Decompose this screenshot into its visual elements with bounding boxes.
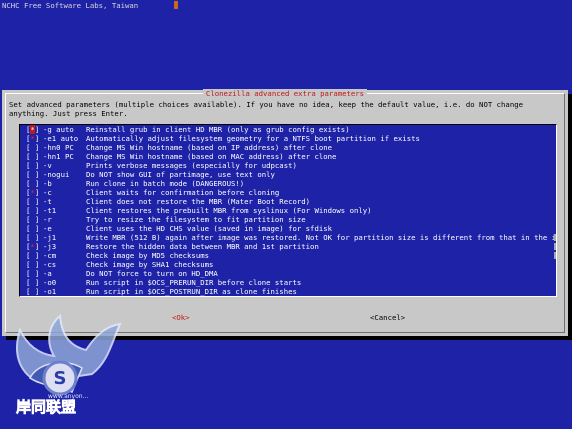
option-description: Change MS Win hostname (based on IP addr…	[86, 143, 333, 152]
scroll-indicator	[554, 234, 556, 241]
option-description: Client restores the prebuilt MBR from sy…	[86, 206, 372, 215]
option-description: Do NOT force to turn on HD_DMA	[86, 269, 218, 278]
option-row-16[interactable]: [ ] -a Do NOT force to turn on HD_DMA	[20, 269, 556, 278]
option-row-12[interactable]: [ ] -j1 Write MBR (512 B) again after imag…	[20, 233, 556, 242]
option-checkbox[interactable]: [ ]	[26, 260, 39, 269]
option-checkbox[interactable]: [*]	[26, 242, 39, 251]
watermark-text: 岸同联盟	[16, 398, 76, 416]
option-row-15[interactable]: [ ] -cs Check image by SHA1 checksums	[20, 260, 556, 269]
top-bar-title: NCHC Free Software Labs, Taiwan	[2, 1, 139, 10]
ok-button[interactable]: <Ok>	[172, 313, 190, 322]
option-row-10[interactable]: [ ] -r Try to resize the filesystem to fit…	[20, 215, 556, 224]
cancel-button[interactable]: <Cancel>	[370, 313, 405, 322]
option-description: Run script in $OCS_POSTRUN_DIR as clone …	[86, 287, 297, 296]
option-checkbox[interactable]: [*]	[26, 188, 39, 197]
option-description: Change MS Win hostname (based on MAC add…	[86, 152, 337, 161]
scroll-indicator	[554, 243, 556, 250]
option-description: Prints verbose messages (especially for …	[86, 161, 297, 170]
ok-button-label: <Ok>	[172, 313, 190, 322]
option-checkbox[interactable]: [ ]	[26, 278, 39, 287]
cancel-button-label: <Cancel>	[370, 313, 406, 322]
cursor-block	[174, 1, 178, 9]
option-row-9[interactable]: [ ] -t1 Client restores the prebuilt MBR f…	[20, 206, 556, 215]
option-row-4[interactable]: [ ] -v Prints verbose messages (especially…	[20, 161, 556, 170]
option-checkbox[interactable]: [ ]	[26, 179, 39, 188]
watermark-url: www.anyon...	[48, 393, 88, 400]
option-row-11[interactable]: [ ] -e Client uses the HD CHS value (saved…	[20, 224, 556, 233]
option-checkbox[interactable]: [ ]	[26, 287, 39, 296]
option-row-7[interactable]: [*] -c Client waits for confirmation befor…	[20, 188, 556, 197]
option-row-3[interactable]: [ ] -hn1 PC Change MS Win hostname (based …	[20, 152, 556, 161]
option-description: Reinstall grub in client HD MBR (only as…	[86, 125, 350, 134]
option-row-18[interactable]: [ ] -o1 Run script in $OCS_POSTRUN_DIR as …	[20, 287, 556, 296]
scroll-indicator	[554, 252, 556, 259]
option-description: Restore the hidden data between MBR and …	[86, 242, 319, 251]
dialog-title-text: Clonezilla advanced extra parameters	[202, 89, 368, 98]
dialog-title: Clonezilla advanced extra parameters	[2, 89, 568, 98]
dialog-description: Set advanced parameters (multiple choice…	[9, 100, 528, 118]
option-row-5[interactable]: [ ] -nogui Do NOT show GUI of partimage, u…	[20, 170, 556, 179]
watermark-logo: S 岸同联盟 www.anyon...	[16, 314, 122, 416]
option-description: Write MBR (512 B) again after image was …	[86, 233, 557, 242]
option-description: Run clone in batch mode (DANGEROUS!)	[86, 179, 245, 188]
option-row-1[interactable]: [*] -e1 auto Automatically adjust filesyst…	[20, 134, 556, 143]
option-checkbox[interactable]: [ ]	[26, 269, 39, 278]
option-description: Check image by SHA1 checksums	[86, 260, 214, 269]
option-description: Try to resize the filesystem to fit part…	[86, 215, 306, 224]
option-row-0[interactable]: [*] -g auto Reinstall grub in client HD MB…	[20, 125, 556, 134]
option-checkbox[interactable]: [ ]	[26, 251, 39, 260]
option-description: Client does not restore the MBR (Mater B…	[86, 197, 311, 206]
option-checkbox[interactable]: [ ]	[26, 170, 39, 179]
option-row-14[interactable]: [ ] -cm Check image by MD5 checksums	[20, 251, 556, 260]
option-row-2[interactable]: [ ] -hn0 PC Change MS Win hostname (based …	[20, 143, 556, 152]
option-row-17[interactable]: [ ] -o0 Run script in $OCS_PRERUN_DIR befo…	[20, 278, 556, 287]
option-checkbox[interactable]: [ ]	[26, 197, 39, 206]
option-description: Check image by MD5 checksums	[86, 251, 210, 260]
option-checkbox[interactable]: [ ]	[26, 224, 39, 233]
option-checkbox[interactable]: [ ]	[26, 206, 39, 215]
option-description: Client waits for confirmation before clo…	[86, 188, 280, 197]
option-row-13[interactable]: [*] -j3 Restore the hidden data between MB…	[20, 242, 556, 251]
option-checkbox[interactable]: [ ]	[26, 233, 39, 242]
option-row-8[interactable]: [ ] -t Client does not restore the MBR (Ma…	[20, 197, 556, 206]
terminal-screen: { "top_bar": { "text": "NCHC Free Softwa…	[0, 0, 572, 429]
option-checkbox[interactable]: [ ]	[26, 161, 39, 170]
option-checkbox[interactable]: [ ]	[26, 215, 39, 224]
svg-text:S: S	[54, 368, 67, 389]
options-checklist[interactable]: [*] -g auto Reinstall grub in client HD MB…	[19, 124, 557, 297]
option-description: Client uses the HD CHS value (saved in i…	[86, 224, 333, 233]
option-row-6[interactable]: [ ] -b Run clone in batch mode (DANGEROUS!…	[20, 179, 556, 188]
option-description: Do NOT show GUI of partimage, use text o…	[86, 170, 275, 179]
option-description: Run script in $OCS_PRERUN_DIR before clo…	[86, 278, 302, 287]
option-checkbox[interactable]: [*]	[26, 125, 39, 134]
option-checkbox[interactable]: [ ]	[26, 143, 39, 152]
advanced-params-dialog: Clonezilla advanced extra parameters Set…	[2, 89, 568, 336]
option-description: Automatically adjust filesystem geometry…	[86, 134, 420, 143]
option-checkbox[interactable]: [*]	[26, 134, 39, 143]
option-checkbox[interactable]: [ ]	[26, 152, 39, 161]
